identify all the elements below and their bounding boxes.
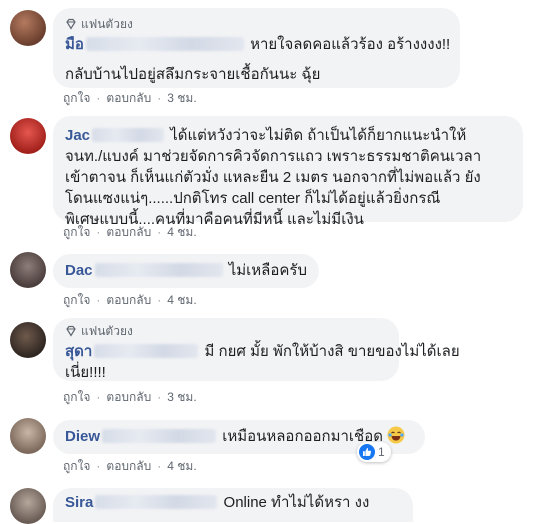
comment-text: หายใจลดคอแล้วร้อง อร้างงงง!! bbox=[250, 36, 451, 53]
comment-text: มี กยศ มั้ย พักให้บ้างสิ ขายของไม่ได้เลย bbox=[204, 343, 460, 360]
separator-dot: · bbox=[157, 459, 162, 473]
comment-actions: ถูกใจ · ตอบกลับ · 4 ชม. bbox=[63, 292, 197, 308]
laughing-crying-emoji-icon bbox=[387, 426, 405, 444]
comment-author[interactable]: Jac bbox=[65, 127, 90, 144]
like-link[interactable]: ถูกใจ bbox=[63, 89, 90, 108]
like-link[interactable]: ถูกใจ bbox=[63, 457, 90, 476]
comment-text: กลับบ้านไปอยู่สลึมกระจายเชื้อกันนะ ฉุ้ย bbox=[65, 66, 321, 83]
redacted-name bbox=[92, 128, 165, 142]
comment-author[interactable]: Diew bbox=[65, 428, 100, 445]
comment-text: จนท./แบงค์ มาช่วยจัดการคิวจัดการแถว เพรา… bbox=[65, 148, 482, 165]
comment-bubble: Sira Online ทำไม่ได้หรา งง bbox=[53, 488, 413, 522]
comment-text: เข้าตาจน ก็เห็นแก่ตัวมั่ง แหละยืน 2 เมตร… bbox=[65, 169, 481, 186]
comment-author[interactable]: สุดา bbox=[65, 343, 92, 360]
comment-actions: ถูกใจ · ตอบกลับ · 3 ชม. bbox=[63, 389, 197, 405]
comment-bubble: Dac ไม่เหลือครับ bbox=[53, 254, 319, 288]
avatar[interactable] bbox=[10, 488, 46, 524]
reply-link[interactable]: ตอบกลับ bbox=[106, 89, 151, 108]
avatar[interactable] bbox=[10, 418, 46, 454]
comment-text: โดนแซงแน่ๆ......ปกติโทร call center ก็ไม… bbox=[65, 190, 441, 207]
comment-actions: ถูกใจ · ตอบกลับ · 4 ชม. bbox=[63, 224, 197, 240]
separator-dot: · bbox=[96, 225, 101, 239]
avatar[interactable] bbox=[10, 322, 46, 358]
separator-dot: · bbox=[96, 459, 101, 473]
comment-author[interactable]: มือ bbox=[65, 36, 84, 53]
comment-actions: ถูกใจ · ตอบกลับ · 3 ชม. bbox=[63, 90, 197, 106]
fan-badge: แฟนตัวยง bbox=[65, 16, 448, 32]
separator-dot: · bbox=[157, 91, 162, 105]
diamond-icon bbox=[66, 18, 76, 30]
separator-dot: · bbox=[96, 390, 101, 404]
redacted-name bbox=[85, 37, 244, 51]
comment-author[interactable]: Sira bbox=[65, 494, 93, 511]
comment-actions: ถูกใจ · ตอบกลับ · 4 ชม. bbox=[63, 458, 197, 474]
comment-bubble: แฟนตัวยง มือ หายใจลดคอแล้วร้อง อร้างงงง!… bbox=[53, 8, 460, 88]
redacted-name bbox=[94, 263, 223, 277]
avatar[interactable] bbox=[10, 10, 46, 46]
reply-link[interactable]: ตอบกลับ bbox=[106, 223, 151, 242]
comment-text: เหมือนหลอกออกมาเชือด bbox=[222, 428, 383, 445]
separator-dot: · bbox=[157, 293, 162, 307]
separator-dot: · bbox=[96, 91, 101, 105]
reaction-number: 1 bbox=[378, 445, 385, 459]
reply-link[interactable]: ตอบกลับ bbox=[106, 457, 151, 476]
separator-dot: · bbox=[157, 225, 162, 239]
timestamp[interactable]: 4 ชม. bbox=[167, 291, 196, 310]
comment-text: ได้แต่หวังว่าจะไม่ติด ถ้าเป็นได้ก็ยากแนะ… bbox=[170, 127, 467, 144]
like-link[interactable]: ถูกใจ bbox=[63, 291, 90, 310]
like-thumb-icon bbox=[359, 444, 375, 460]
separator-dot: · bbox=[96, 293, 101, 307]
like-link[interactable]: ถูกใจ bbox=[63, 223, 90, 242]
redacted-name bbox=[102, 429, 217, 443]
fan-badge: แฟนตัวยง bbox=[65, 323, 387, 339]
fan-badge-label: แฟนตัวยง bbox=[81, 323, 133, 338]
timestamp[interactable]: 3 ชม. bbox=[167, 388, 196, 407]
avatar[interactable] bbox=[10, 118, 46, 154]
timestamp[interactable]: 4 ชม. bbox=[167, 457, 196, 476]
separator-dot: · bbox=[157, 390, 162, 404]
timestamp[interactable]: 3 ชม. bbox=[167, 89, 196, 108]
fan-badge-label: แฟนตัวยง bbox=[81, 16, 133, 31]
comment-text: เนี่ย!!!! bbox=[65, 364, 106, 381]
reaction-count[interactable]: 1 bbox=[357, 442, 391, 462]
like-link[interactable]: ถูกใจ bbox=[63, 388, 90, 407]
avatar[interactable] bbox=[10, 252, 46, 288]
comment-bubble: แฟนตัวยง สุดา มี กยศ มั้ย พักให้บ้างสิ ข… bbox=[53, 318, 460, 381]
comment-text: Online ทำไม่ได้หรา งง bbox=[223, 494, 370, 511]
comment-text: ไม่เหลือครับ bbox=[228, 262, 307, 279]
redacted-name bbox=[95, 495, 218, 509]
comment-author[interactable]: Dac bbox=[65, 262, 93, 279]
reply-link[interactable]: ตอบกลับ bbox=[106, 388, 151, 407]
redacted-name bbox=[94, 344, 199, 358]
timestamp[interactable]: 4 ชม. bbox=[167, 223, 196, 242]
diamond-icon bbox=[66, 325, 76, 337]
reply-link[interactable]: ตอบกลับ bbox=[106, 291, 151, 310]
comment-bubble: Jac ได้แต่หวังว่าจะไม่ติด ถ้าเป็นได้ก็ยา… bbox=[53, 116, 523, 228]
